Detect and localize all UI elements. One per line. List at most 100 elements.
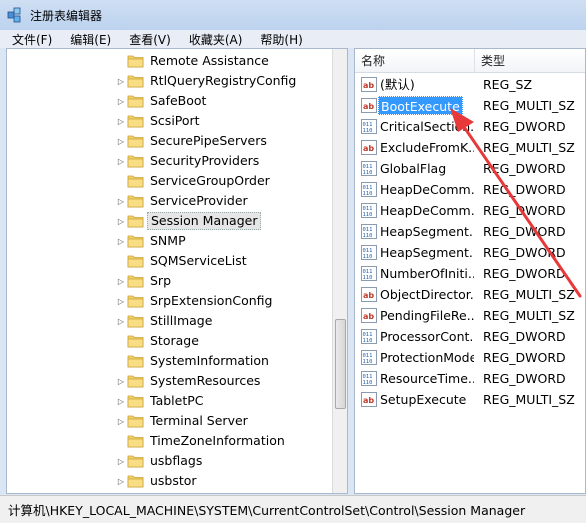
svg-text:ab: ab [363, 396, 374, 405]
expand-arrow-icon[interactable]: ▷ [117, 371, 125, 391]
expand-arrow-icon[interactable]: ▷ [117, 131, 125, 151]
expand-arrow-icon[interactable]: ▷ [117, 451, 125, 471]
tree-item[interactable]: Remote Assistance [7, 51, 333, 71]
folder-icon [127, 275, 144, 288]
tree-item[interactable]: ▷ usbflags [7, 451, 333, 471]
expand-arrow-icon[interactable]: ▷ [117, 291, 125, 311]
value-type: REG_DWORD [483, 119, 566, 134]
folder-icon [127, 455, 144, 468]
tree-item[interactable]: ▷ ScsiPort [7, 111, 333, 131]
svg-text:ab: ab [363, 102, 374, 111]
value-name: HeapDeComm... [380, 182, 474, 197]
tree-item[interactable]: ▷ SecurityProviders [7, 151, 333, 171]
svg-text:ab: ab [363, 144, 374, 153]
tree-item[interactable]: ▷ SNMP [7, 231, 333, 251]
tree-item[interactable]: ▷ ServiceProvider [7, 191, 333, 211]
expand-arrow-icon[interactable]: ▷ [117, 211, 125, 231]
value-type: REG_DWORD [483, 245, 566, 260]
tree-item-label: usbflags [150, 453, 203, 468]
tree-item[interactable]: ▷ SafeBoot [7, 91, 333, 111]
svg-text:110: 110 [363, 170, 373, 176]
expand-arrow-icon[interactable]: ▷ [117, 111, 125, 131]
value-row[interactable]: ab PendingFileRe... REG_MULTI_SZ [355, 305, 585, 326]
value-row[interactable]: ab BootExecute REG_MULTI_SZ [355, 95, 585, 116]
svg-text:ab: ab [363, 312, 374, 321]
expand-arrow-icon[interactable]: ▷ [117, 311, 125, 331]
expand-arrow-icon[interactable]: ▷ [117, 71, 125, 91]
value-row[interactable]: 011 110 HeapDeComm... REG_DWORD [355, 179, 585, 200]
value-row[interactable]: ab (默认) REG_SZ [355, 74, 585, 95]
registry-values-list[interactable]: 名称 类型 ab (默认) REG_SZ ab BootExecute REG_MULTI… [354, 48, 586, 494]
folder-icon [127, 195, 144, 208]
value-row[interactable]: 011 110 CriticalSection... REG_DWORD [355, 116, 585, 137]
registry-key-tree[interactable]: Remote Assistance ▷ RtlQueryRegistryConfig… [6, 48, 348, 494]
value-type: REG_DWORD [483, 266, 566, 281]
tree-scrollbar-thumb[interactable] [335, 319, 346, 409]
tree-item[interactable]: ▷ Srp [7, 271, 333, 291]
tree-item[interactable]: ▷ usbstor [7, 471, 333, 491]
binary-value-icon: 011110 [361, 350, 377, 365]
value-name: GlobalFlag [380, 161, 447, 176]
tree-item[interactable]: ▷ Terminal Server [7, 411, 333, 431]
values-header: 名称 类型 [355, 49, 585, 73]
expand-arrow-icon[interactable]: ▷ [117, 471, 125, 491]
menu-favorites[interactable]: 收藏夹(A) [181, 31, 253, 48]
tree-item-label: SNMP [150, 233, 186, 248]
tree-item[interactable]: SQMServiceList [7, 251, 333, 271]
expand-arrow-icon[interactable]: ▷ [117, 411, 125, 431]
expand-arrow-icon[interactable]: ▷ [117, 391, 125, 411]
folder-icon [127, 235, 144, 248]
value-row[interactable]: 011 110 HeapSegment... REG_DWORD [355, 221, 585, 242]
svg-text:110: 110 [363, 380, 373, 386]
value-name: SetupExecute [380, 392, 467, 407]
expand-arrow-icon[interactable]: ▷ [117, 191, 125, 211]
folder-icon [127, 415, 144, 428]
binary-value-icon: 011110 [361, 329, 377, 344]
value-row[interactable]: 011 110 NumberOfIniti... REG_DWORD [355, 263, 585, 284]
tree-item[interactable]: ▷ StillImage [7, 311, 333, 331]
value-row[interactable]: ab ExcludeFromK... REG_MULTI_SZ [355, 137, 585, 158]
value-row[interactable]: ab ObjectDirector... REG_MULTI_SZ [355, 284, 585, 305]
expand-arrow-icon[interactable]: ▷ [117, 231, 125, 251]
svg-text:ab: ab [363, 291, 374, 300]
menu-view[interactable]: 查看(V) [121, 31, 181, 48]
column-header-name[interactable]: 名称 [355, 49, 475, 73]
tree-item[interactable]: ▷ SystemResources [7, 371, 333, 391]
tree-item[interactable]: ServiceGroupOrder [7, 171, 333, 191]
expand-arrow-icon[interactable]: ▷ [117, 91, 125, 111]
value-type: REG_MULTI_SZ [483, 140, 575, 155]
svg-text:ab: ab [363, 81, 374, 90]
tree-item[interactable]: ▷ SecurePipeServers [7, 131, 333, 151]
value-row[interactable]: ab SetupExecute REG_MULTI_SZ [355, 389, 585, 410]
status-bar-path: 计算机\HKEY_LOCAL_MACHINE\SYSTEM\CurrentCon… [0, 495, 586, 523]
tree-item[interactable]: ▷ Session Manager [7, 211, 333, 231]
svg-text:110: 110 [363, 212, 373, 218]
binary-value-icon: 011110 [361, 224, 377, 239]
column-header-type[interactable]: 类型 [475, 49, 585, 73]
tree-item[interactable]: ▷ TabletPC [7, 391, 333, 411]
folder-icon [127, 135, 144, 148]
menu-edit[interactable]: 编辑(E) [62, 31, 121, 48]
tree-item[interactable]: SystemInformation [7, 351, 333, 371]
expand-arrow-icon[interactable]: ▷ [117, 271, 125, 291]
tree-item-label: TimeZoneInformation [150, 433, 285, 448]
tree-item[interactable]: ▷ SrpExtensionConfig [7, 291, 333, 311]
value-row[interactable]: 011 110 ProtectionMode REG_DWORD [355, 347, 585, 368]
value-row[interactable]: 011 110 HeapSegment... REG_DWORD [355, 242, 585, 263]
value-name: HeapDeComm... [380, 203, 474, 218]
value-row[interactable]: 011 110 HeapDeComm... REG_DWORD [355, 200, 585, 221]
value-type: REG_MULTI_SZ [483, 287, 575, 302]
menu-file[interactable]: 文件(F) [4, 31, 62, 48]
value-row[interactable]: 011 110 ResourceTime... REG_DWORD [355, 368, 585, 389]
tree-item[interactable]: ▷ RtlQueryRegistryConfig [7, 71, 333, 91]
value-row[interactable]: 011 110 ProcessorCont... REG_DWORD [355, 326, 585, 347]
tree-item[interactable]: TimeZoneInformation [7, 431, 333, 451]
tree-item[interactable]: Storage [7, 331, 333, 351]
tree-scrollbar[interactable] [332, 49, 347, 493]
tree-item-label: SQMServiceList [150, 253, 247, 268]
registry-editor-icon [7, 7, 21, 23]
expand-arrow-icon[interactable]: ▷ [117, 151, 125, 171]
tree-item-label: Terminal Server [150, 413, 248, 428]
value-row[interactable]: 011 110 GlobalFlag REG_DWORD [355, 158, 585, 179]
menu-help[interactable]: 帮助(H) [252, 31, 312, 48]
